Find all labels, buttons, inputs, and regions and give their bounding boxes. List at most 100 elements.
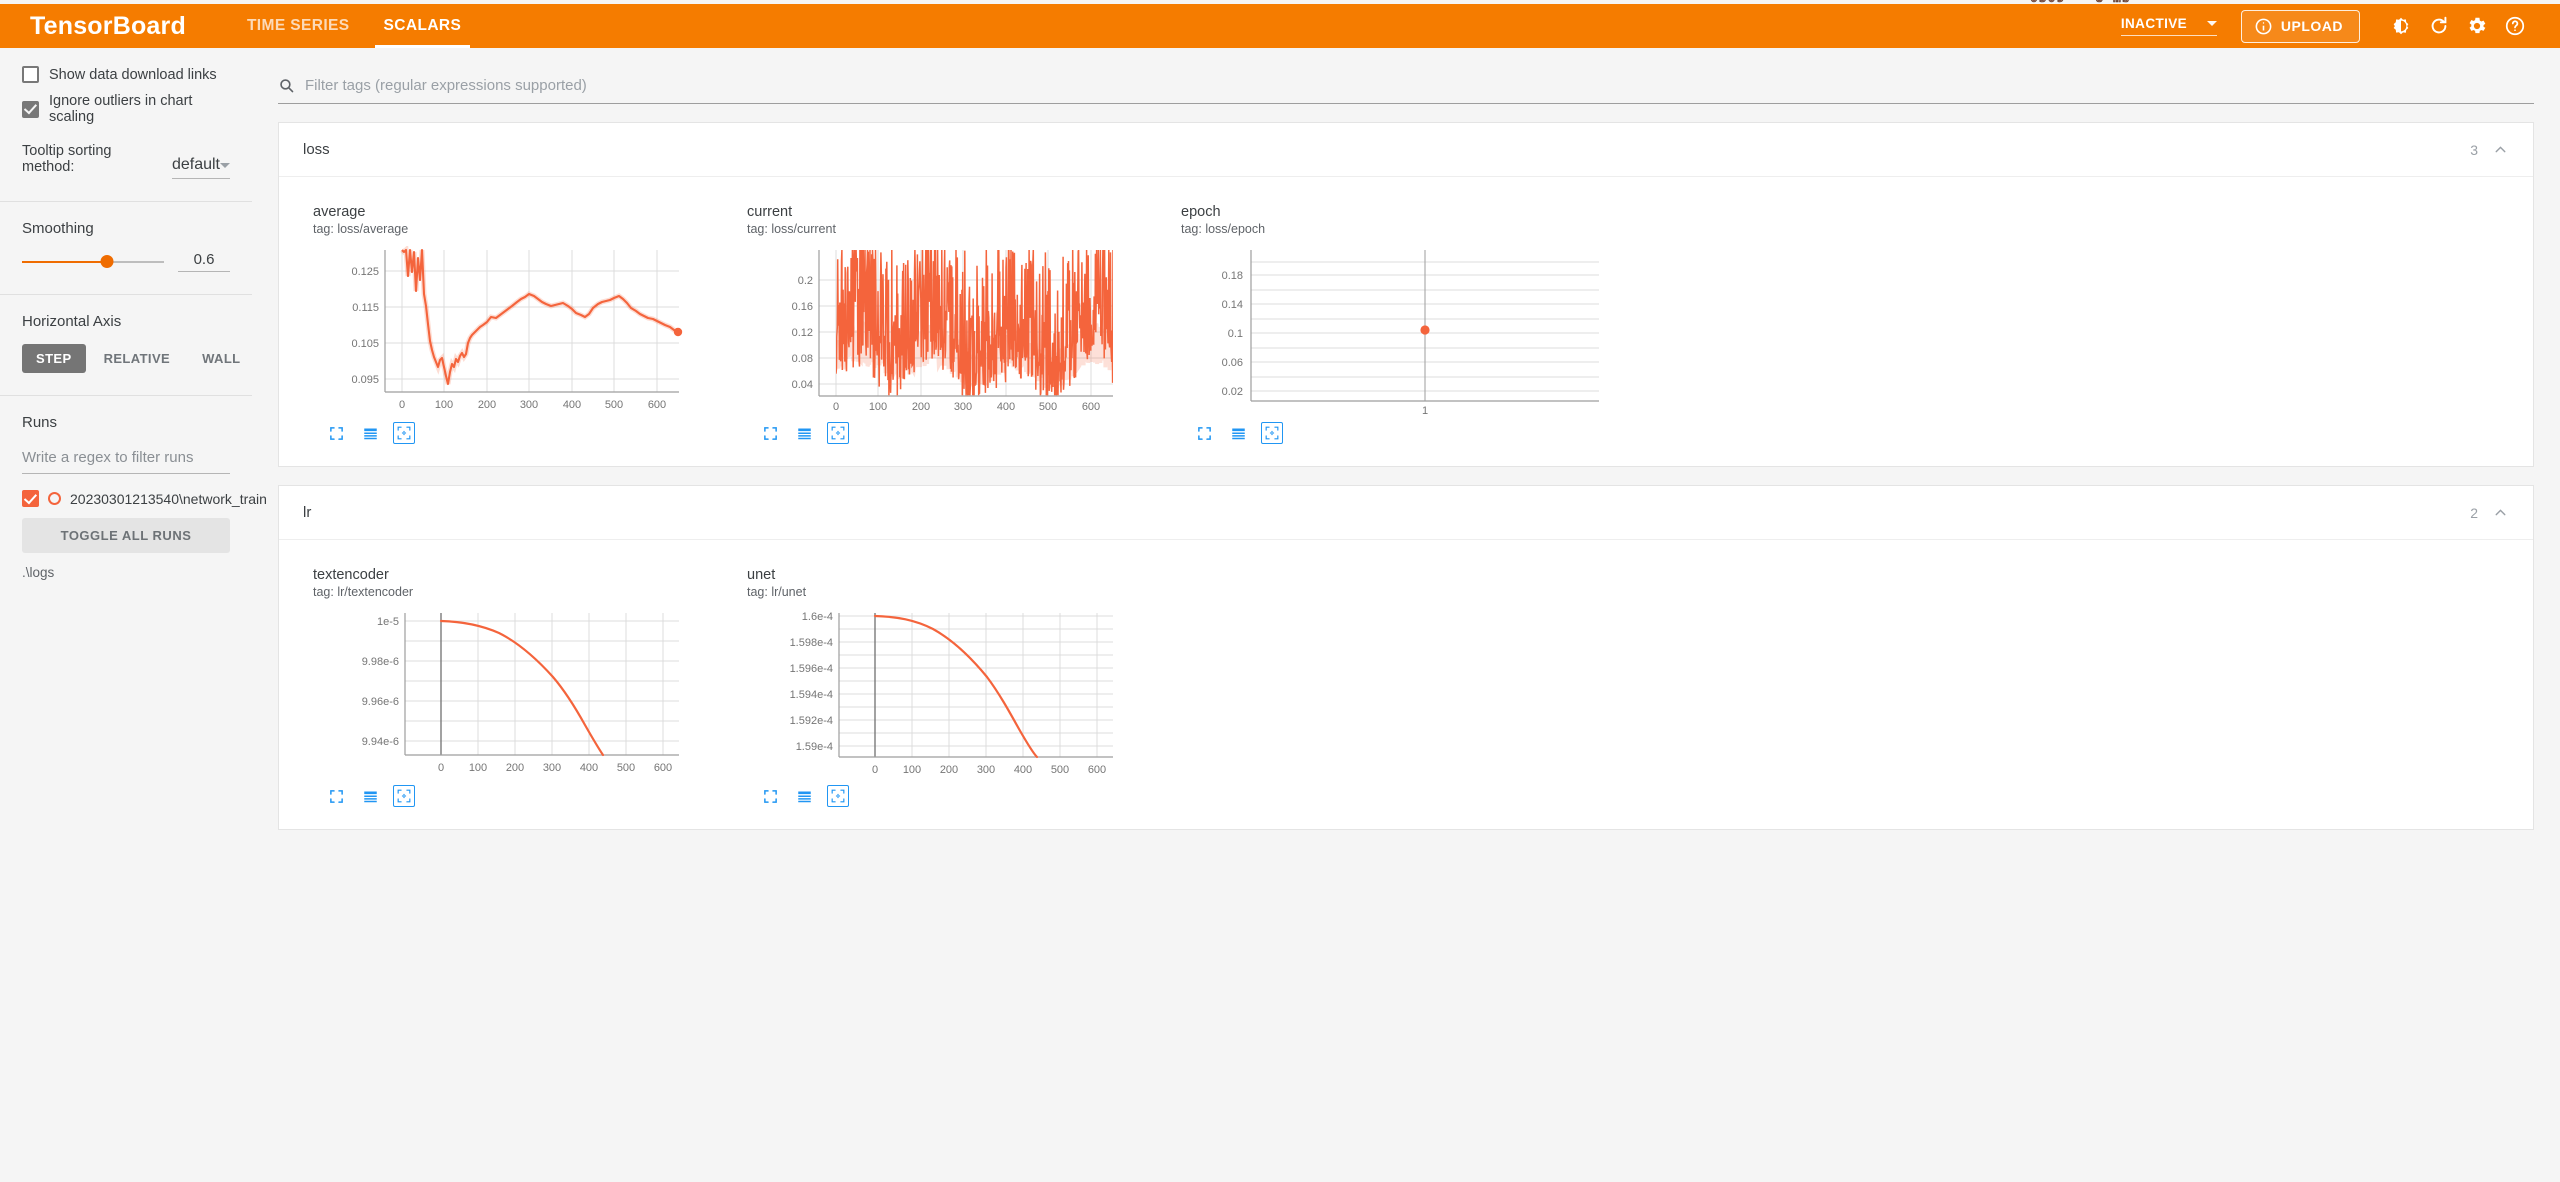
chart-title: average (313, 203, 727, 221)
svg-text:200: 200 (940, 764, 958, 776)
chevron-down-icon (2207, 21, 2217, 26)
fit-domain-icon[interactable] (827, 422, 849, 444)
svg-text:100: 100 (903, 764, 921, 776)
chart-plot-lr-unet[interactable]: 1.6e-41.598e-4 1.596e-41.594e-4 1.592e-4… (747, 609, 1161, 779)
tooltip-sorting-row: Tooltip sorting method: default (22, 143, 230, 179)
chart-card-loss-epoch: epoch tag: loss/epoch 0.180.14 0.10.060.… (1161, 193, 1595, 444)
chart-toolbar (747, 785, 1161, 807)
chart-plot-lr-textencoder[interactable]: 1e-59.98e-6 9.96e-69.94e-6 (313, 609, 727, 779)
show-download-links-row[interactable]: Show data download links (22, 66, 230, 83)
fullscreen-icon[interactable] (759, 785, 781, 807)
search-icon (278, 77, 295, 94)
data-table-icon[interactable] (359, 785, 381, 807)
chart-title: unet (747, 566, 1161, 584)
svg-text:0.105: 0.105 (351, 338, 379, 350)
nav-tabs: TIME SERIES SCALARS (230, 4, 478, 48)
fullscreen-icon[interactable] (325, 785, 347, 807)
svg-text:1.598e-4: 1.598e-4 (790, 637, 833, 649)
last-data-point (674, 328, 682, 336)
divider (0, 294, 252, 295)
svg-text:9.94e-6: 9.94e-6 (362, 736, 399, 748)
tag-filter-input[interactable] (303, 76, 2534, 95)
svg-text:600: 600 (1088, 764, 1106, 776)
chart-plot-loss-epoch[interactable]: 0.180.14 0.10.060.02 (1181, 246, 1595, 416)
data-table-icon[interactable] (793, 422, 815, 444)
gear-icon[interactable] (2458, 7, 2496, 45)
svg-text:400: 400 (997, 401, 1015, 413)
fit-domain-icon[interactable] (393, 785, 415, 807)
brightness-icon[interactable] (2382, 7, 2420, 45)
horizontal-axis-title: Horizontal Axis (22, 313, 230, 330)
chevron-up-icon[interactable] (2492, 141, 2509, 158)
tooltip-sorting-select[interactable]: default (172, 156, 230, 179)
data-table-icon[interactable] (1227, 422, 1249, 444)
svg-text:0: 0 (438, 762, 444, 774)
run-state-selector[interactable]: INACTIVE (2121, 16, 2217, 36)
svg-text:300: 300 (977, 764, 995, 776)
run-state-value: INACTIVE (2121, 16, 2187, 31)
fullscreen-icon[interactable] (759, 422, 781, 444)
ignore-outliers-row[interactable]: Ignore outliers in chart scaling (22, 93, 230, 125)
chart-plot-loss-current[interactable]: 0.20.16 0.120.080.04 (747, 246, 1161, 416)
svg-text:100: 100 (869, 401, 887, 413)
svg-text:400: 400 (580, 762, 598, 774)
section-card-loss: loss 3 average tag: loss/average 0.1250.… (278, 122, 2534, 467)
data-table-icon[interactable] (793, 785, 815, 807)
svg-text:200: 200 (912, 401, 930, 413)
ignore-outliers-label: Ignore outliers in chart scaling (49, 93, 230, 125)
svg-text:1.594e-4: 1.594e-4 (790, 689, 833, 701)
tab-time-series[interactable]: TIME SERIES (230, 4, 367, 48)
main-content: loss 3 average tag: loss/average 0.1250.… (252, 48, 2560, 1182)
fit-domain-icon[interactable] (827, 785, 849, 807)
slider-thumb[interactable] (101, 255, 114, 268)
chart-plot-loss-average[interactable]: 0.1250.115 0.1050.095 (313, 246, 727, 416)
section-header-loss[interactable]: loss 3 (279, 123, 2533, 177)
svg-text:0: 0 (833, 401, 839, 413)
smoothing-value-input[interactable]: 0.6 (178, 251, 230, 272)
tooltip-sorting-value: default (172, 156, 220, 174)
svg-text:0.04: 0.04 (792, 379, 813, 391)
chart-grid-lr: textencoder tag: lr/textencoder 1e-59.98… (279, 540, 2533, 829)
divider (0, 395, 252, 396)
fullscreen-icon[interactable] (325, 422, 347, 444)
svg-text:200: 200 (478, 399, 496, 411)
data-table-icon[interactable] (359, 422, 381, 444)
toggle-all-runs-button[interactable]: TOGGLE ALL RUNS (22, 518, 230, 553)
svg-text:9.98e-6: 9.98e-6 (362, 656, 399, 668)
chevron-down-icon (220, 163, 230, 168)
chart-tag: tag: loss/epoch (1181, 222, 1595, 236)
chart-tag: tag: lr/unet (747, 585, 1161, 599)
axis-option-relative[interactable]: RELATIVE (90, 344, 185, 373)
run-checkbox[interactable] (22, 490, 39, 507)
tab-scalars[interactable]: SCALARS (367, 4, 479, 48)
fit-domain-icon[interactable] (1261, 422, 1283, 444)
svg-text:500: 500 (1051, 764, 1069, 776)
axis-option-step[interactable]: STEP (22, 344, 86, 373)
horizontal-axis-options: STEP RELATIVE WALL (22, 344, 230, 373)
fullscreen-icon[interactable] (1193, 422, 1215, 444)
section-header-lr[interactable]: lr 2 (279, 486, 2533, 540)
run-list-item[interactable]: 20230301213540\network_train (22, 490, 230, 507)
ignore-outliers-checkbox[interactable] (22, 101, 39, 118)
section-count-loss: 3 (2470, 142, 2478, 158)
help-icon[interactable] (2496, 7, 2534, 45)
axis-option-wall[interactable]: WALL (188, 344, 254, 373)
svg-text:1.596e-4: 1.596e-4 (790, 663, 833, 675)
smoothing-slider[interactable] (22, 253, 164, 271)
chart-card-loss-current: current tag: loss/current 0.20.16 0.120.… (727, 193, 1161, 444)
show-download-links-checkbox[interactable] (22, 66, 39, 83)
svg-text:0.1: 0.1 (1228, 328, 1243, 340)
chart-toolbar (313, 785, 727, 807)
fit-domain-icon[interactable] (393, 422, 415, 444)
app-title: TensorBoard (30, 12, 186, 41)
svg-text:0.095: 0.095 (351, 374, 379, 386)
svg-text:1.59e-4: 1.59e-4 (796, 741, 833, 753)
upload-button[interactable]: UPLOAD (2241, 10, 2360, 43)
svg-text:1.592e-4: 1.592e-4 (790, 715, 833, 727)
refresh-icon[interactable] (2420, 7, 2458, 45)
svg-text:100: 100 (469, 762, 487, 774)
run-filter-input[interactable] (22, 445, 230, 474)
svg-text:600: 600 (654, 762, 672, 774)
chevron-up-icon[interactable] (2492, 504, 2509, 521)
svg-text:0.08: 0.08 (792, 353, 813, 365)
